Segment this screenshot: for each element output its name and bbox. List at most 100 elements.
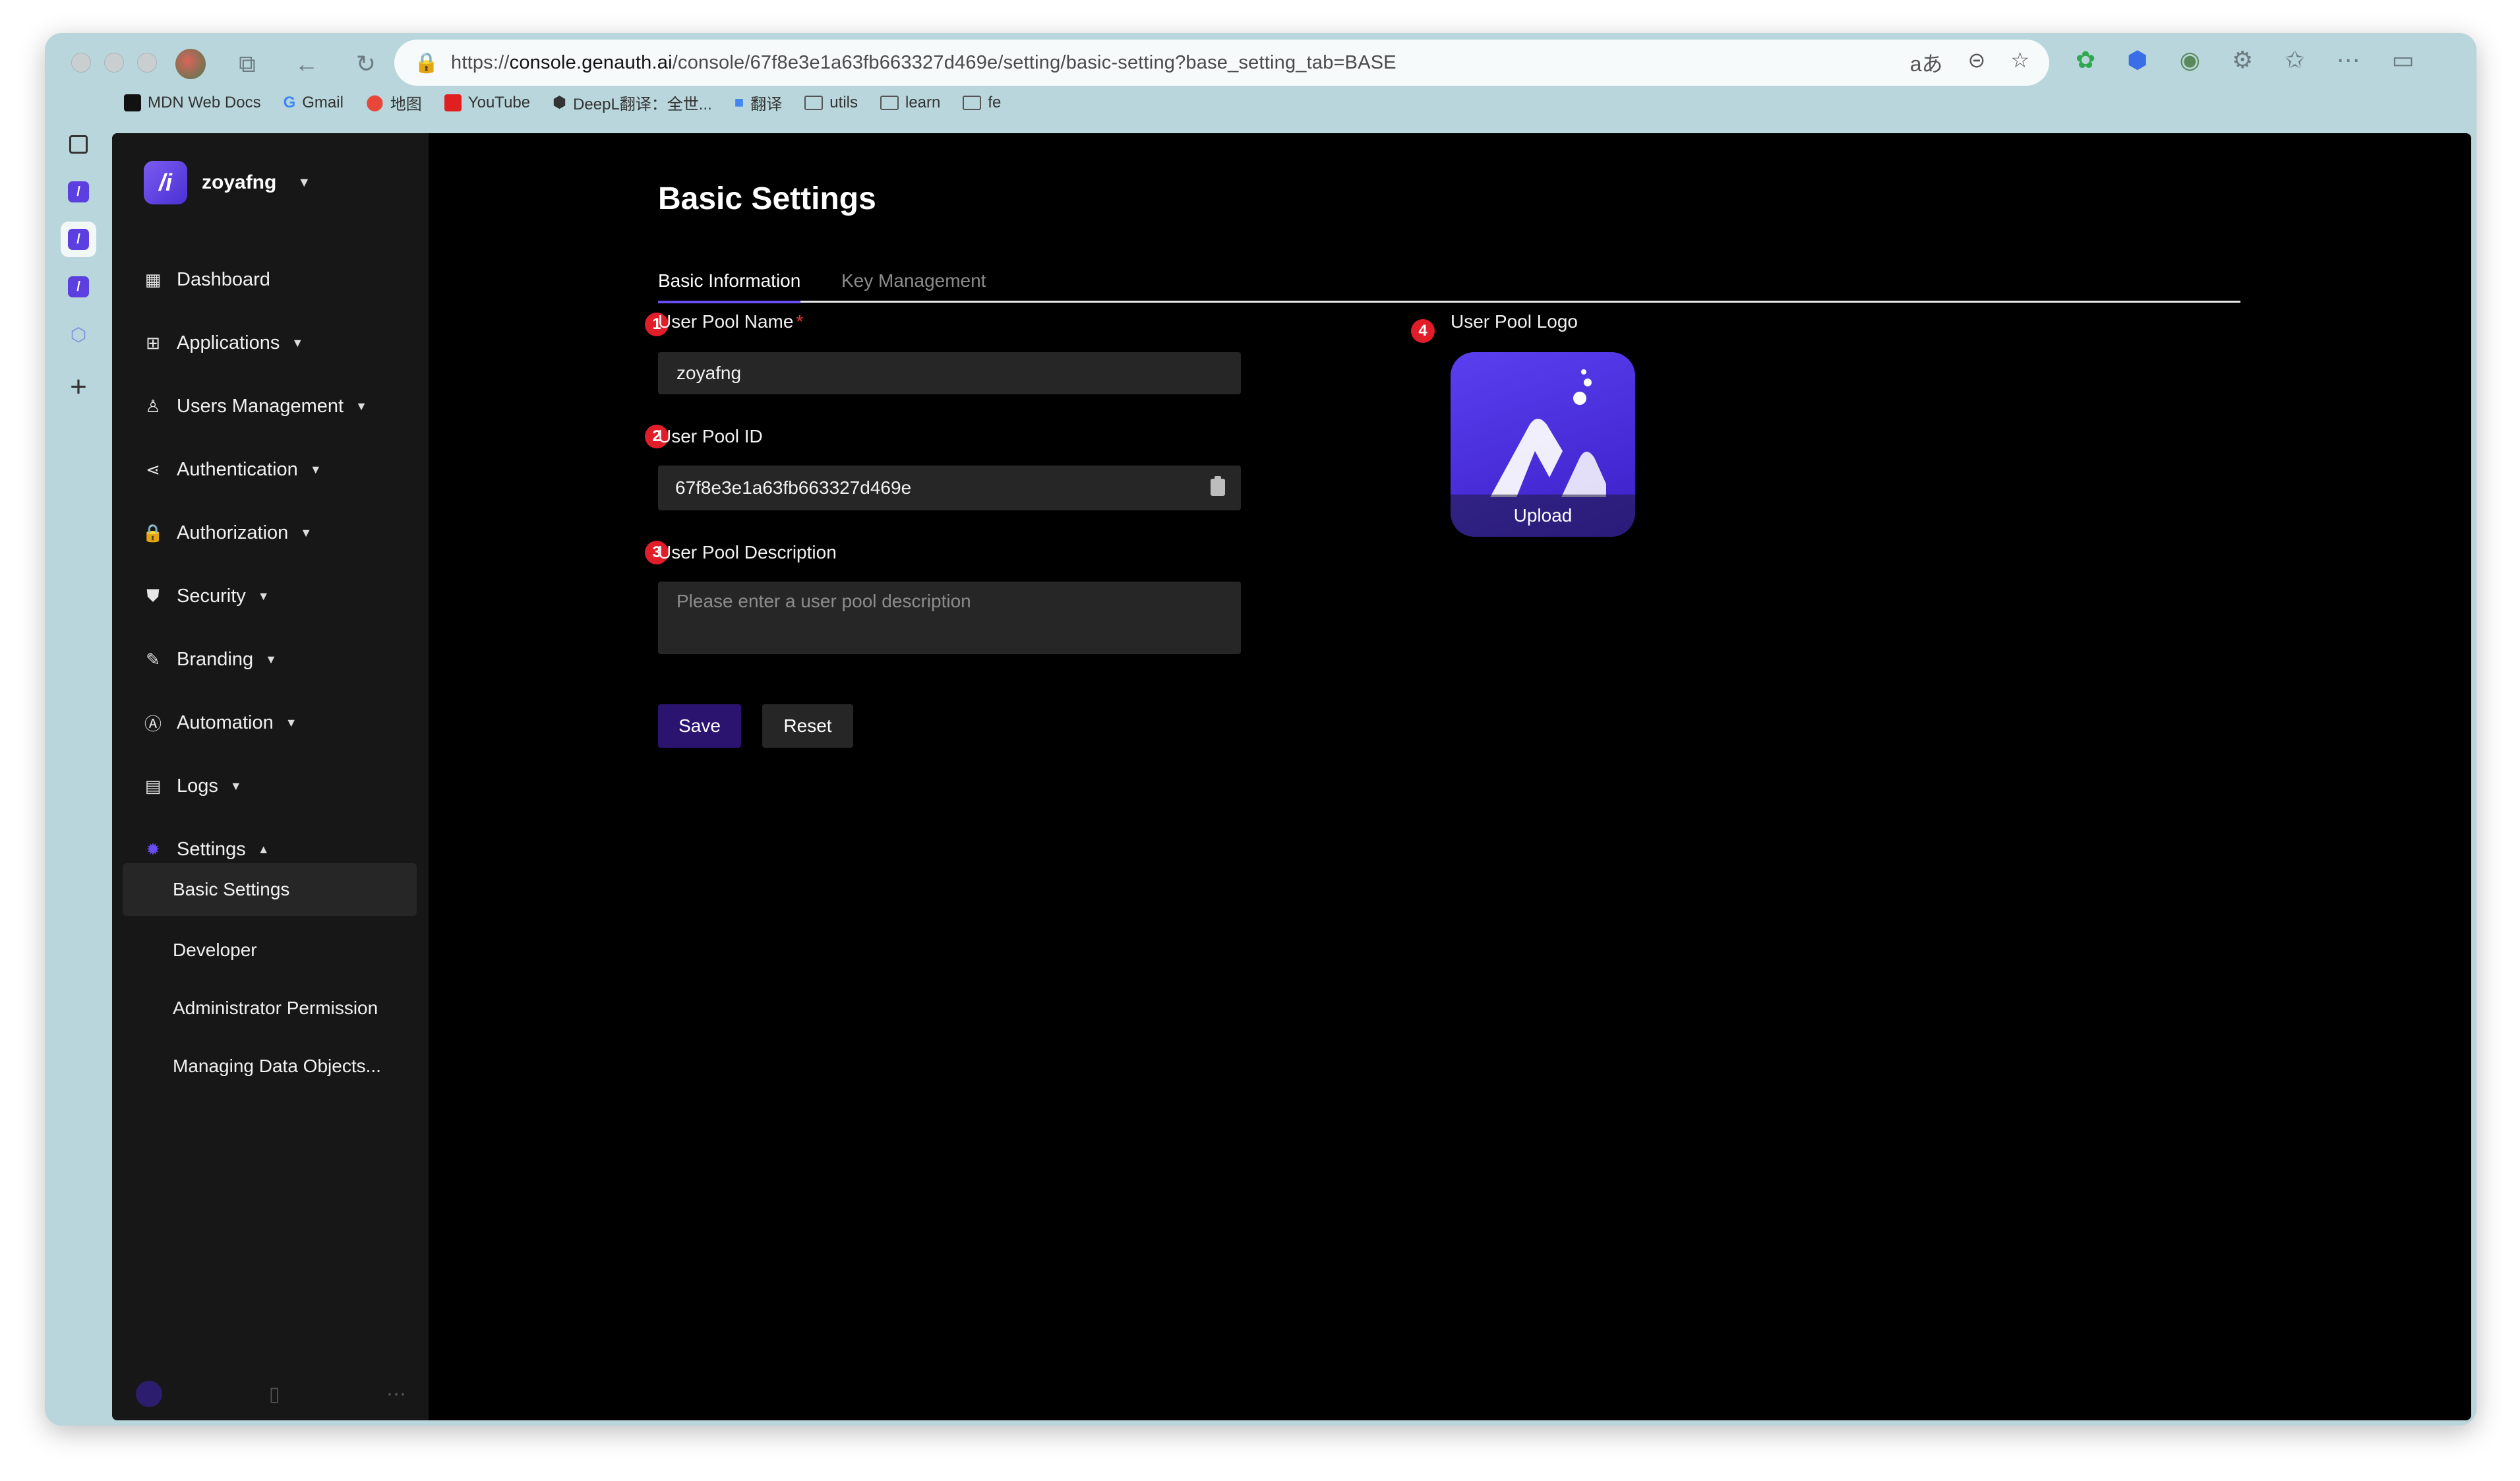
refresh-icon[interactable]: ↻ <box>348 46 384 82</box>
chevron-down-icon: ▼ <box>265 652 277 666</box>
sidebar-item-authorization[interactable]: 🔒 Authorization ▼ <box>142 501 421 564</box>
pool-id-field[interactable]: 67f8e3e1a63fb663327d469e <box>658 466 1241 510</box>
sidebar-toggle-icon[interactable]: ▭ <box>2391 46 2414 74</box>
vertical-tab-shield-icon[interactable]: ⬡ <box>61 317 96 352</box>
reader-icon[interactable]: ⊝ <box>1968 47 1986 78</box>
sidebar-item-users-management[interactable]: ♙ Users Management ▼ <box>144 375 421 438</box>
bookmark-utils[interactable]: utils <box>804 94 858 112</box>
sidebar-item-basic-settings[interactable]: Basic Settings <box>123 863 417 916</box>
folder-icon <box>880 95 899 110</box>
bookmark-maps[interactable]: ⬤ 地图 <box>366 91 422 114</box>
genauth-logo-icon: /i <box>144 161 187 204</box>
tab-basic-information[interactable]: Basic Information <box>658 270 801 303</box>
new-tab-plus-icon[interactable]: + <box>61 369 96 405</box>
close-window-button[interactable] <box>71 53 91 73</box>
tab-key-management[interactable]: Key Management <box>841 270 986 301</box>
sidebar-item-developer[interactable]: Developer <box>123 921 417 979</box>
assistant-icon[interactable] <box>136 1381 162 1407</box>
pool-logo-label: User Pool Logo <box>1451 311 1578 332</box>
more-options-icon[interactable]: ⋯ <box>386 1383 406 1406</box>
bookmark-gmail[interactable]: G Gmail <box>284 94 344 112</box>
settings-tabs: Basic Information Key Management <box>658 265 2240 303</box>
copy-icon[interactable] <box>1211 476 1225 496</box>
pool-name-input[interactable] <box>675 362 1241 384</box>
bookmark-deepl[interactable]: ⬢ DeepL翻译：全世... <box>553 91 712 114</box>
vertical-tab-genauth-1[interactable]: / <box>61 174 96 210</box>
url-text[interactable]: https://console.genauth.ai/console/67f8e… <box>451 52 1396 74</box>
bookmark-youtube[interactable]: YouTube <box>444 94 530 112</box>
more-menu-icon[interactable]: ⋯ <box>2336 46 2360 74</box>
docs-book-icon[interactable]: ▯ <box>269 1383 280 1406</box>
google-icon: G <box>283 93 296 111</box>
settings-subnav: Basic Settings Developer Administrator P… <box>123 863 417 1095</box>
vertical-tab-genauth-3[interactable]: / <box>61 269 96 305</box>
browser-toolbar: ⧉ ← ↻ 🔒 https://console.genauth.ai/conso… <box>45 33 2476 120</box>
share-icon: ⋖ <box>146 459 160 479</box>
folder-icon <box>963 95 982 110</box>
pool-name-field[interactable] <box>658 352 1241 394</box>
tab-panel-icon[interactable] <box>61 127 96 162</box>
sidebar-item-administrator-permission[interactable]: Administrator Permission <box>123 979 417 1037</box>
sidebar: /i zoyafng ▼ ▦ Dashboard ⊞ Applications … <box>112 133 429 1420</box>
bookmark-mdn[interactable]: MDN Web Docs <box>124 94 261 112</box>
sidebar-nav: ▦ Dashboard ⊞ Applications ▼ ♙ Users Man… <box>142 248 421 881</box>
chevron-down-icon: ▼ <box>291 336 304 349</box>
chevron-down-icon: ▼ <box>300 526 313 539</box>
favorite-star-icon[interactable]: ☆ <box>2010 47 2029 78</box>
extension-puzzle-icon[interactable]: ✿ <box>2076 46 2095 74</box>
tenant-name: zoyafng <box>202 171 277 193</box>
required-marker: * <box>796 311 804 332</box>
sidebar-item-authentication[interactable]: ⋖ Authentication ▼ <box>144 438 421 501</box>
shield-icon: ⛊ <box>146 586 160 605</box>
sidebar-footer: ▯ ⋯ <box>136 1381 406 1407</box>
chevron-down-icon: ▼ <box>355 399 367 413</box>
address-bar[interactable]: 🔒 https://console.genauth.ai/console/67f… <box>394 40 2049 86</box>
deepl-icon: ⬢ <box>553 94 567 111</box>
minimize-window-button[interactable] <box>104 53 124 73</box>
bookmark-translate[interactable]: ■ 翻译 <box>735 91 783 114</box>
bookmark-learn[interactable]: learn <box>880 94 940 112</box>
lock-icon: 🔒 <box>414 51 439 74</box>
folder-icon <box>804 95 824 110</box>
upload-label[interactable]: Upload <box>1451 495 1635 537</box>
sidebar-item-branding[interactable]: ✎ Branding ▼ <box>144 628 421 691</box>
sidebar-item-automation[interactable]: Ⓐ Automation ▼ <box>144 691 421 754</box>
save-button[interactable]: Save <box>658 704 741 748</box>
genauth-console: /i zoyafng ▼ ▦ Dashboard ⊞ Applications … <box>112 133 2471 1420</box>
map-pin-icon: ⬤ <box>365 94 384 111</box>
extension-green-icon[interactable]: ◉ <box>2180 46 2200 74</box>
sidebar-item-applications[interactable]: ⊞ Applications ▼ <box>144 311 421 375</box>
sidebar-item-dashboard[interactable]: ▦ Dashboard <box>144 248 421 311</box>
vertical-tab-genauth-active[interactable]: / <box>61 222 96 257</box>
pool-description-field[interactable] <box>658 582 1241 654</box>
sidebar-item-managing-data-objects[interactable]: Managing Data Objects... <box>123 1037 417 1095</box>
translate-icon[interactable]: aあ <box>1910 47 1943 78</box>
step-badge-4: 4 <box>1411 319 1435 343</box>
youtube-icon <box>444 94 462 111</box>
favorites-icon[interactable]: ✩ <box>2285 46 2304 74</box>
bookmarks-bar: MDN Web Docs G Gmail ⬤ 地图 YouTube ⬢ DeepL翻译… <box>124 91 1001 114</box>
back-icon[interactable]: ← <box>289 46 324 82</box>
reset-button[interactable]: Reset <box>762 704 853 748</box>
sidebar-item-logs[interactable]: ▤ Logs ▼ <box>144 754 421 818</box>
mdn-icon <box>124 94 141 111</box>
tenant-switcher[interactable]: /i zoyafng ▼ <box>144 161 311 204</box>
logs-icon: ▤ <box>144 775 162 796</box>
gear-icon: ✹ <box>146 839 160 859</box>
applications-icon: ⊞ <box>146 332 160 353</box>
chevron-down-icon: ▼ <box>309 462 322 476</box>
maximize-window-button[interactable] <box>137 53 157 73</box>
extension-shield-icon[interactable]: ⬢ <box>2127 46 2147 74</box>
profile-avatar[interactable] <box>175 49 206 79</box>
tabs-icon[interactable]: ⧉ <box>229 46 265 82</box>
extensions-icon[interactable]: ⚙ <box>2232 46 2253 74</box>
automation-icon: Ⓐ <box>144 713 162 734</box>
pool-id-label: User Pool ID <box>658 426 763 446</box>
sidebar-item-security[interactable]: ⛊ Security ▼ <box>144 564 421 628</box>
pool-description-input[interactable] <box>675 582 1241 645</box>
pool-logo-upload[interactable]: Upload <box>1451 352 1635 537</box>
extension-icons: ✿ ⬢ ◉ ⚙ ✩ ⋯ ▭ <box>2076 46 2415 74</box>
bookmark-fe[interactable]: fe <box>963 94 1001 112</box>
page-title: Basic Settings <box>658 181 876 216</box>
chevron-up-icon: ▲ <box>257 842 270 856</box>
